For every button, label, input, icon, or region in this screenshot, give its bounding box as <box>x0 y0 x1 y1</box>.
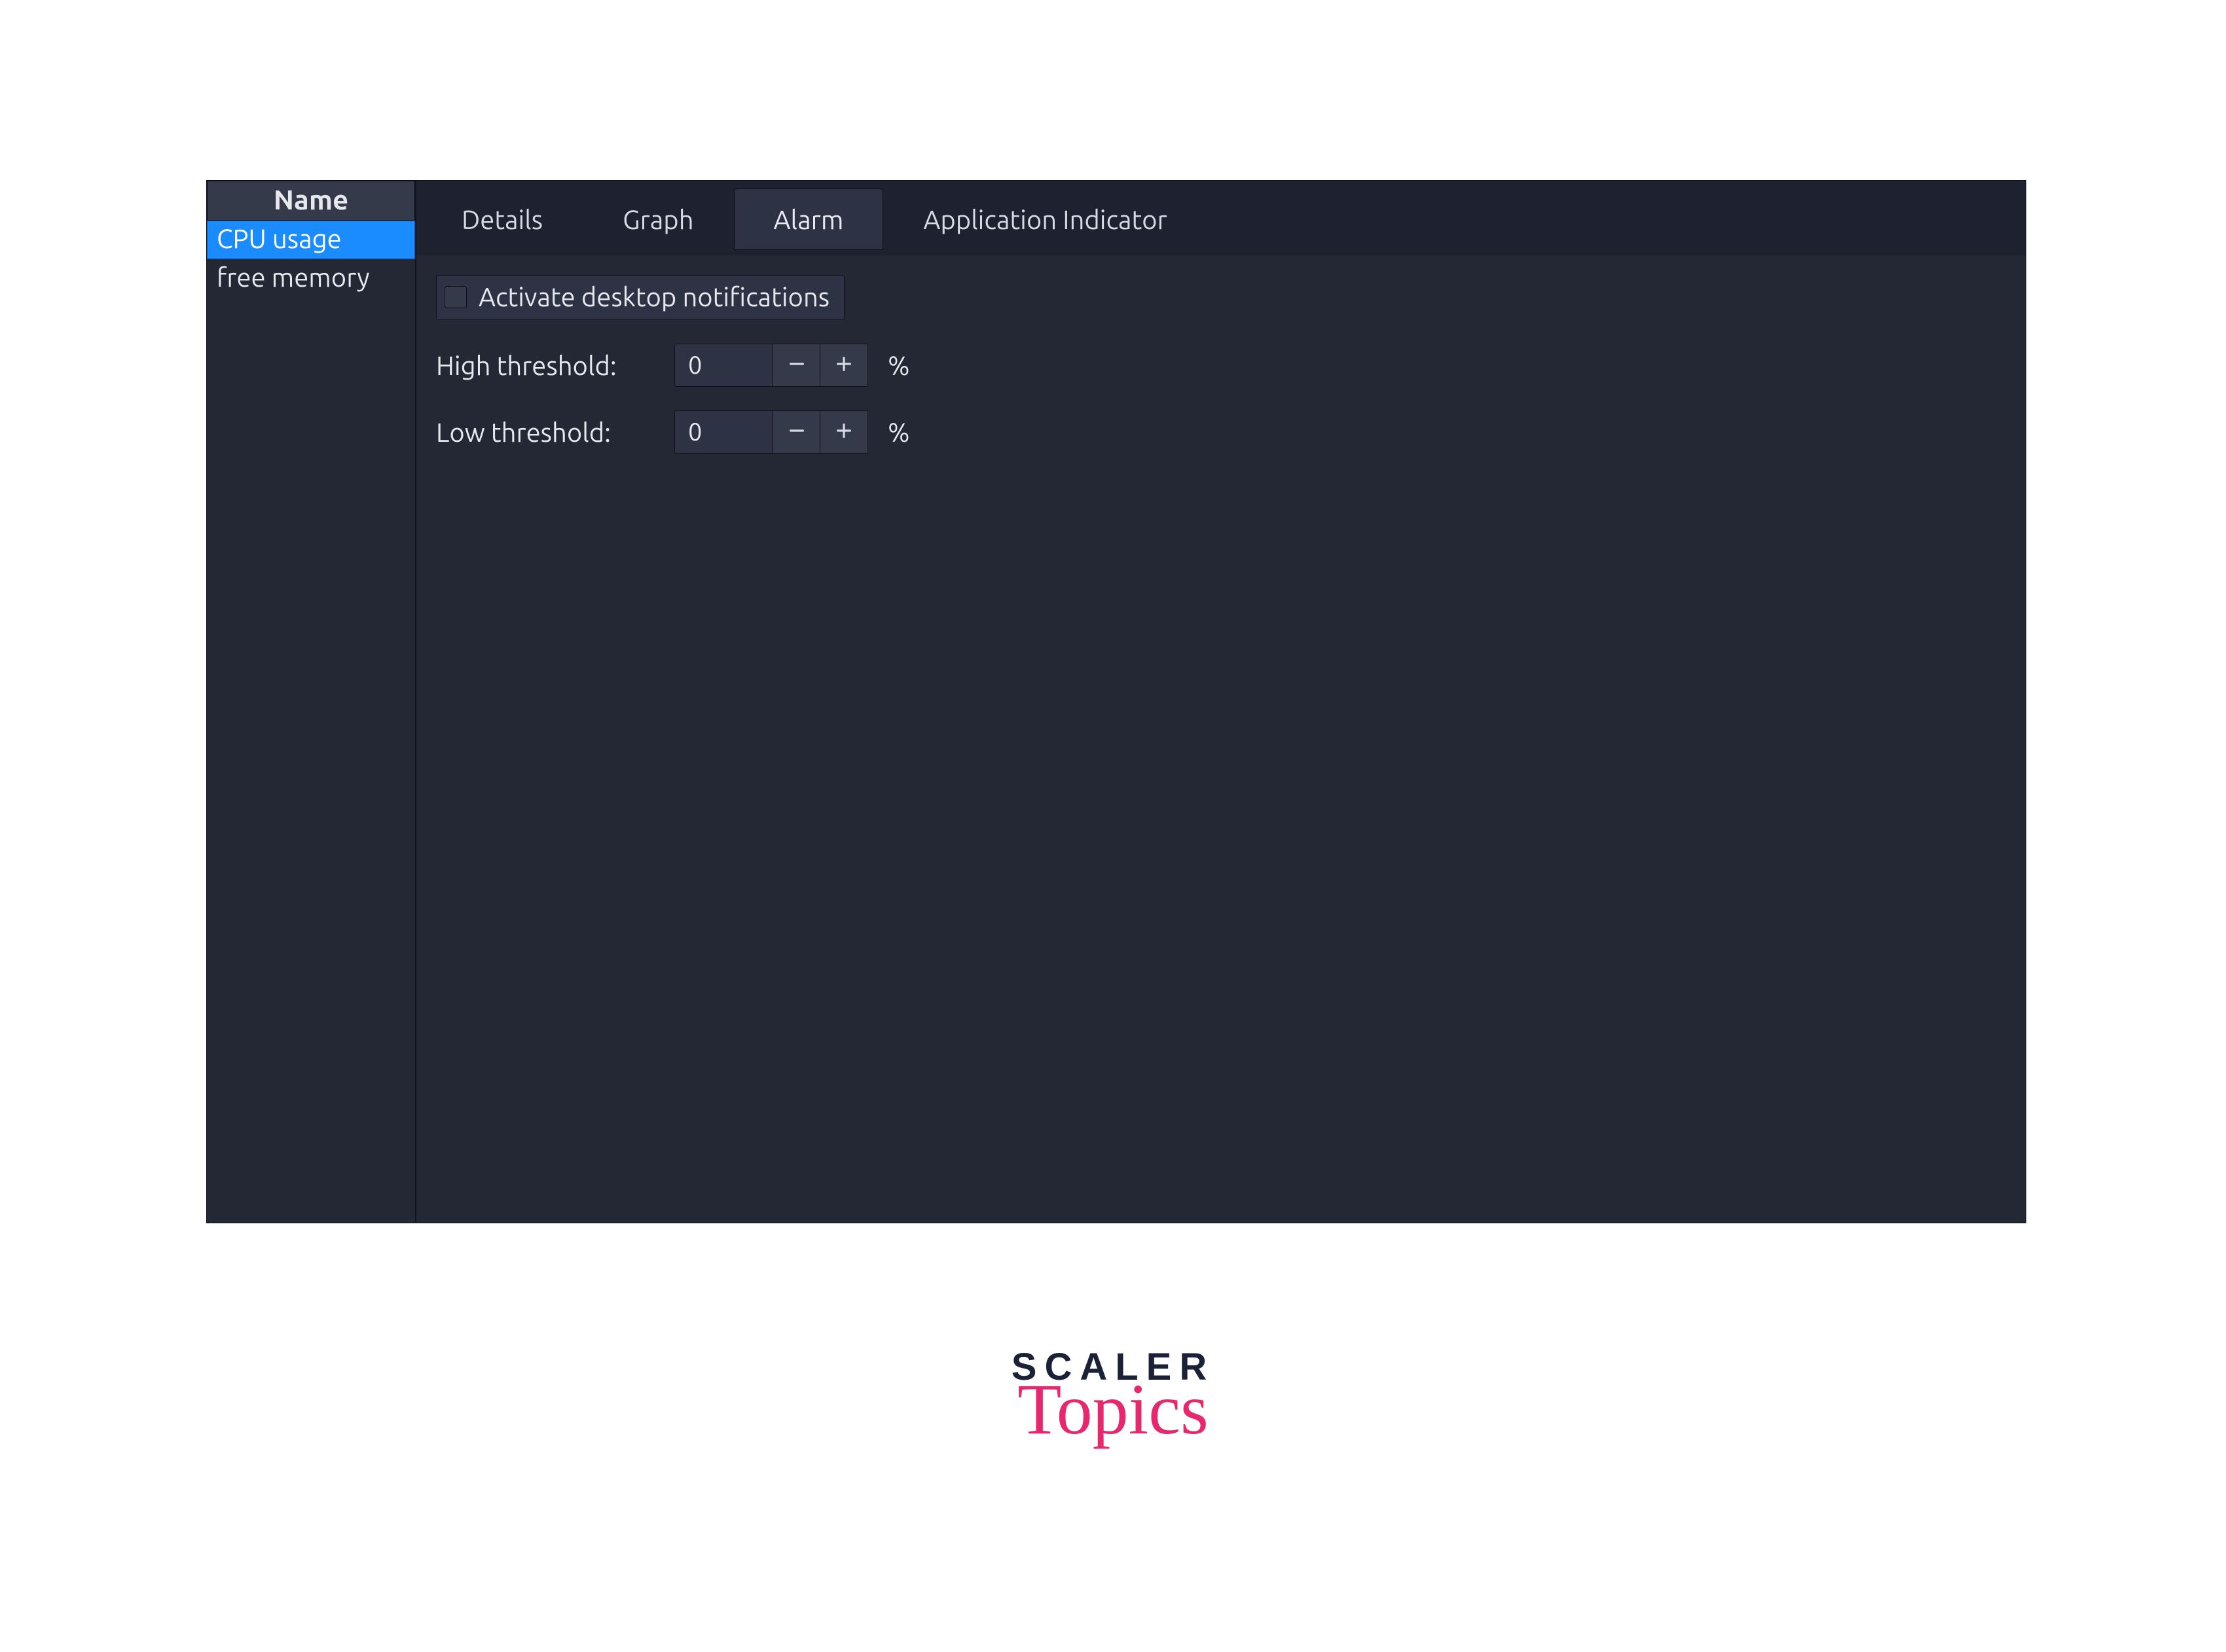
sidebar-column-header-name[interactable]: Name <box>207 181 415 221</box>
high-threshold-value-input[interactable]: 0 <box>675 344 773 386</box>
preferences-window: Name CPU usage free memory Details Graph… <box>206 180 2026 1223</box>
sidebar-item-label: free memory <box>217 262 370 292</box>
sidebar-item-free-memory[interactable]: free memory <box>207 259 415 298</box>
low-threshold-increment-button[interactable] <box>820 411 867 453</box>
plus-icon <box>833 420 854 444</box>
tab-bar: Details Graph Alarm Application Indicato… <box>416 181 2026 255</box>
tab-application-indicator[interactable]: Application Indicator <box>883 189 1207 250</box>
high-threshold-row: High threshold: 0 % <box>436 344 2006 387</box>
tab-alarm[interactable]: Alarm <box>734 189 884 250</box>
tab-content-alarm: Activate desktop notifications High thre… <box>416 255 2026 497</box>
low-threshold-label: Low threshold: <box>436 418 659 447</box>
minus-icon <box>786 420 807 444</box>
plus-icon <box>833 353 854 377</box>
checkbox-box-icon <box>445 286 467 308</box>
tab-graph[interactable]: Graph <box>583 189 733 250</box>
high-threshold-stepper: 0 <box>674 344 868 387</box>
tab-label: Details <box>462 205 543 234</box>
high-threshold-unit: % <box>888 351 910 380</box>
activate-desktop-notifications-checkbox[interactable]: Activate desktop notifications <box>436 275 845 320</box>
main-area: Details Graph Alarm Application Indicato… <box>416 181 2026 1223</box>
tab-details[interactable]: Details <box>422 189 583 250</box>
high-threshold-label: High threshold: <box>436 351 659 380</box>
minus-icon <box>786 353 807 377</box>
tab-label: Alarm <box>774 205 844 234</box>
logo-line-topics: Topics <box>1012 1373 1214 1445</box>
low-threshold-decrement-button[interactable] <box>773 411 820 453</box>
high-threshold-decrement-button[interactable] <box>773 344 820 386</box>
low-threshold-stepper: 0 <box>674 410 868 454</box>
tab-label: Application Indicator <box>923 205 1167 234</box>
scaler-topics-logo: SCALER Topics <box>1012 1348 1214 1445</box>
low-threshold-unit: % <box>888 418 910 447</box>
low-threshold-row: Low threshold: 0 % <box>436 410 2006 454</box>
sidebar-item-label: CPU usage <box>217 224 342 253</box>
checkbox-label: Activate desktop notifications <box>479 282 830 312</box>
low-threshold-value-input[interactable]: 0 <box>675 411 773 453</box>
high-threshold-increment-button[interactable] <box>820 344 867 386</box>
tab-label: Graph <box>623 205 693 234</box>
sidebar-resize-handle[interactable] <box>412 181 419 1223</box>
sidebar-item-cpu-usage[interactable]: CPU usage <box>207 221 415 259</box>
sensor-sidebar: Name CPU usage free memory <box>207 181 416 1223</box>
